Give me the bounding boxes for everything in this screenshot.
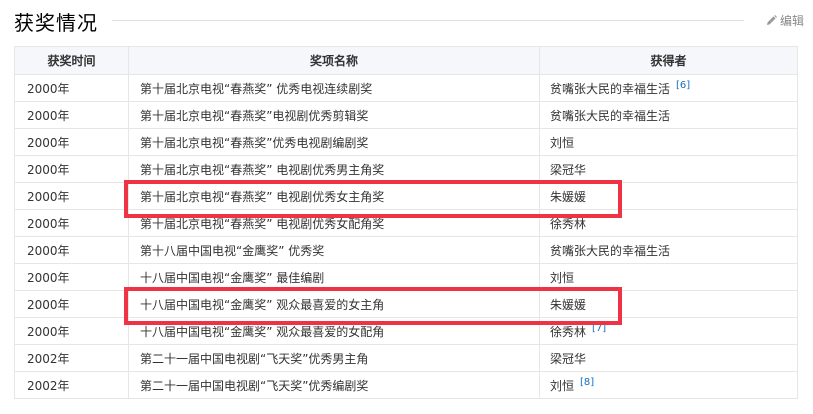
pencil-icon (766, 15, 777, 25)
table-row: 2002年 第二十一届中国电视剧“飞天奖”优秀男主角 梁冠华 (14, 344, 798, 372)
table-header-row: 获奖时间 奖项名称 获得者 (14, 46, 798, 75)
cell-winner: 刘恒 (539, 128, 798, 156)
table-row: 2000年 第十届北京电视“春燕奖” 电视剧优秀男主角奖 梁冠华 (14, 155, 798, 183)
awards-table: 获奖时间 奖项名称 获得者 2000年 第十届北京电视“春燕奖” 优秀电视连续剧奖… (14, 46, 798, 399)
cell-year: 2002年 (14, 344, 129, 372)
winner-name: 贫嘴张大民的幸福生活 (550, 243, 671, 258)
cell-award: 十八届中国电视“金鹰奖” 观众最喜爱的女配角 (128, 317, 540, 345)
edit-label: 编辑 (779, 14, 804, 28)
cell-winner: 贫嘴张大民的幸福生活 (539, 236, 798, 264)
cell-winner: 梁冠华 (539, 155, 798, 183)
cell-year: 2000年 (14, 236, 129, 264)
title-divider (112, 20, 744, 21)
winner-name: 刘恒 (550, 135, 575, 150)
cell-winner: 刘恒 [8] (539, 371, 798, 399)
cell-year: 2002年 (14, 371, 129, 399)
cell-award: 第十届北京电视“春燕奖”优秀电视剧编剧奖 (128, 128, 540, 156)
cell-winner: 刘恒 (539, 263, 798, 291)
winner-name: 贫嘴张大民的幸福生活 (550, 108, 671, 123)
reference-link[interactable]: [8] (580, 377, 594, 388)
cell-year: 2000年 (14, 263, 129, 291)
cell-winner: 徐秀林 [7] (539, 317, 798, 345)
cell-winner: 徐秀林 (539, 209, 798, 237)
cell-year: 2000年 (14, 74, 129, 102)
winner-name: 梁冠华 (550, 351, 587, 366)
reference-link[interactable]: [6] (676, 80, 690, 91)
winner-name: 朱媛媛 (550, 297, 587, 312)
header-winner: 获得者 (539, 46, 798, 75)
cell-winner: 朱媛媛 (539, 182, 798, 210)
table-row: 2002年 第二十一届中国电视剧“飞天奖”优秀编剧奖 刘恒 [8] (14, 371, 798, 399)
table-row: 2000年 第十届北京电视“春燕奖”优秀电视剧编剧奖 刘恒 (14, 128, 798, 156)
reference-link[interactable]: [7] (592, 323, 606, 334)
header-year: 获奖时间 (14, 46, 129, 75)
cell-winner: 朱媛媛 (539, 290, 798, 318)
table-row: 2000年 第十届北京电视“春燕奖”电视剧优秀剪辑奖 贫嘴张大民的幸福生活 (14, 101, 798, 129)
table-row: 2000年 第十届北京电视“春燕奖” 电视剧优秀女配角奖 徐秀林 (14, 209, 798, 237)
table-row: 2000年 第十届北京电视“春燕奖” 电视剧优秀女主角奖 朱媛媛 (14, 182, 798, 210)
table-row: 2000年 第十八届中国电视“金鹰奖” 优秀奖 贫嘴张大民的幸福生活 (14, 236, 798, 264)
cell-winner: 梁冠华 (539, 344, 798, 372)
winner-name: 徐秀林 (550, 324, 587, 339)
cell-winner: 贫嘴张大民的幸福生活 (539, 101, 798, 129)
cell-award: 第十届北京电视“春燕奖” 电视剧优秀女主角奖 (128, 182, 540, 210)
cell-year: 2000年 (14, 155, 129, 183)
cell-award: 第十届北京电视“春燕奖” 电视剧优秀男主角奖 (128, 155, 540, 183)
cell-year: 2000年 (14, 128, 129, 156)
winner-name: 刘恒 (550, 378, 575, 393)
table-row: 2000年 十八届中国电视“金鹰奖” 观众最喜爱的女配角 徐秀林 [7] (14, 317, 798, 345)
cell-year: 2000年 (14, 290, 129, 318)
table-row: 2000年 第十届北京电视“春燕奖” 优秀电视连续剧奖 贫嘴张大民的幸福生活 [6] (14, 74, 798, 102)
winner-name: 梁冠华 (550, 162, 587, 177)
cell-award: 十八届中国电视“金鹰奖” 最佳编剧 (128, 263, 540, 291)
edit-button[interactable]: 编辑 (766, 12, 804, 29)
winner-name: 贫嘴张大民的幸福生活 (550, 81, 671, 96)
section-title: 获奖情况 (14, 11, 98, 35)
table-row: 2000年 十八届中国电视“金鹰奖” 最佳编剧 刘恒 (14, 263, 798, 291)
cell-award: 第二十一届中国电视剧“飞天奖”优秀男主角 (128, 344, 540, 372)
table-row: 2000年 十八届中国电视“金鹰奖” 观众最喜爱的女主角 朱媛媛 (14, 290, 798, 318)
cell-award: 第十届北京电视“春燕奖”电视剧优秀剪辑奖 (128, 101, 540, 129)
cell-award: 第十届北京电视“春燕奖” 优秀电视连续剧奖 (128, 74, 540, 102)
cell-award: 第二十一届中国电视剧“飞天奖”优秀编剧奖 (128, 371, 540, 399)
cell-year: 2000年 (14, 209, 129, 237)
header-award: 奖项名称 (128, 46, 540, 75)
table-body: 2000年 第十届北京电视“春燕奖” 优秀电视连续剧奖 贫嘴张大民的幸福生活 [6] 2… (14, 74, 798, 399)
cell-winner: 贫嘴张大民的幸福生活 [6] (539, 74, 798, 102)
cell-year: 2000年 (14, 101, 129, 129)
cell-year: 2000年 (14, 317, 129, 345)
winner-name: 刘恒 (550, 270, 575, 285)
cell-award: 第十届北京电视“春燕奖” 电视剧优秀女配角奖 (128, 209, 540, 237)
cell-award: 第十八届中国电视“金鹰奖” 优秀奖 (128, 236, 540, 264)
cell-award: 十八届中国电视“金鹰奖” 观众最喜爱的女主角 (128, 290, 540, 318)
winner-name: 朱媛媛 (550, 189, 587, 204)
cell-year: 2000年 (14, 182, 129, 210)
section-header: 获奖情况 编辑 (14, 4, 804, 35)
winner-name: 徐秀林 (550, 216, 587, 231)
